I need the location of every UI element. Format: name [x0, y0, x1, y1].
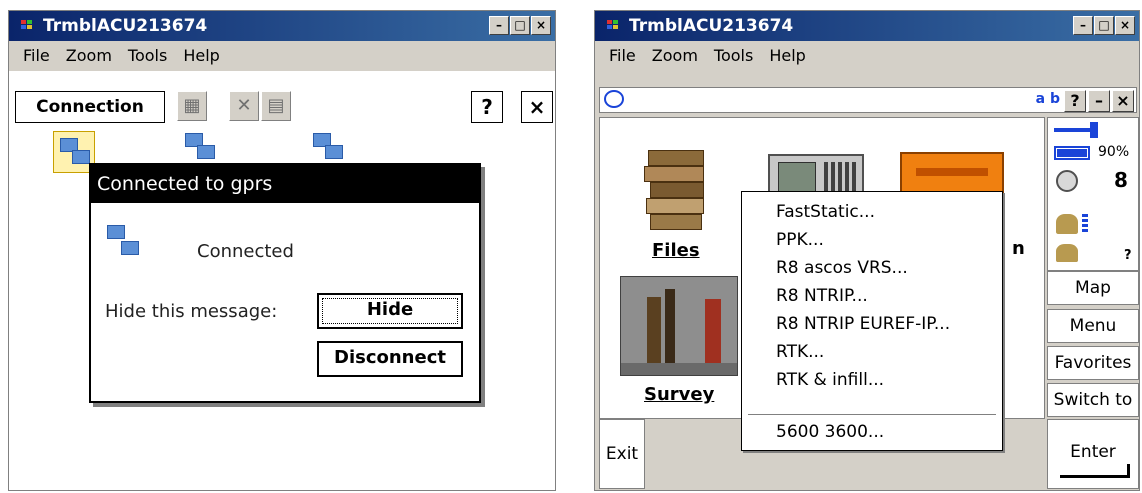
close-button[interactable]: ×: [1115, 16, 1135, 35]
battery-level: 90%: [1098, 144, 1130, 160]
left-window: TrmblACU213674 – □ × File Zoom Tools Hel…: [8, 10, 556, 491]
menu-file[interactable]: File: [17, 41, 56, 71]
dialog-title: Connected to gprs: [91, 165, 479, 203]
help-button[interactable]: ?: [471, 91, 503, 123]
menu-item-faststatic[interactable]: FastStatic...: [776, 200, 875, 224]
maximize-button[interactable]: □: [1094, 16, 1114, 35]
enter-arrow-icon: [1060, 475, 1130, 478]
favorites-button[interactable]: Favorites: [1047, 346, 1139, 380]
title-bar: TrmblACU213674 – □ ×: [595, 11, 1139, 41]
enter-button[interactable]: Enter: [1047, 419, 1139, 489]
menu-tools[interactable]: Tools: [122, 41, 173, 71]
switch-to-button[interactable]: Switch to: [1047, 383, 1139, 417]
menu-help[interactable]: Help: [177, 41, 225, 71]
files-icon[interactable]: [644, 142, 704, 232]
help-button[interactable]: ?: [1064, 90, 1086, 112]
menu-item-ppk[interactable]: PPK...: [776, 228, 824, 252]
app-icon: [607, 20, 621, 32]
radio-signal-icon: [1082, 214, 1088, 234]
hide-button[interactable]: Hide: [317, 293, 463, 329]
files-label[interactable]: Files: [652, 240, 700, 261]
trimble-logo-icon: [604, 90, 624, 108]
menu-tools[interactable]: Tools: [708, 41, 759, 71]
connection-dialog: Connected to gprs Connected Hide this me…: [89, 163, 481, 403]
connection-status-icon: [105, 223, 145, 263]
satellite-icon: [1056, 170, 1078, 192]
survey-icon[interactable]: [620, 276, 738, 376]
menu-item-r8-ntrip[interactable]: R8 NTRIP...: [776, 284, 868, 308]
menu-item-r8-ascos-vrs[interactable]: R8 ascos VRS...: [776, 256, 908, 280]
survey-label[interactable]: Survey: [644, 384, 714, 405]
exit-button[interactable]: Exit: [599, 419, 645, 489]
menu-item-5600-3600[interactable]: 5600 3600...: [776, 420, 884, 444]
window-title: TrmblACU213674: [43, 16, 208, 36]
delete-icon[interactable]: ✕: [229, 91, 259, 121]
menu-help[interactable]: Help: [763, 41, 811, 71]
menu-bar: File Zoom Tools Help: [595, 41, 1139, 71]
hide-prompt-label: Hide this message:: [105, 301, 278, 322]
satellite-count: 8: [1114, 168, 1128, 192]
survey-style-menu: FastStatic... PPK... R8 ascos VRS... R8 …: [741, 191, 1003, 451]
rover-receiver-icon: [1056, 244, 1078, 262]
close-button[interactable]: ×: [531, 16, 551, 35]
disconnect-button[interactable]: Disconnect: [317, 341, 463, 377]
instrument-label-partial[interactable]: n: [1012, 238, 1025, 259]
status-pane: 90% 8 ?: [1047, 117, 1139, 271]
receiver-status: ?: [1124, 248, 1132, 263]
right-window: TrmblACU213674 – □ × File Zoom Tools Hel…: [594, 10, 1140, 491]
minimize-button[interactable]: –: [1073, 16, 1093, 35]
window-title: TrmblACU213674: [629, 16, 794, 36]
close-app-button[interactable]: ×: [1112, 90, 1134, 112]
menu-zoom[interactable]: Zoom: [60, 41, 118, 71]
menu-separator: [748, 414, 996, 415]
enter-arrow-icon: [1127, 464, 1130, 478]
menu-bar: File Zoom Tools Help: [9, 41, 555, 71]
connection-dropdown[interactable]: Connection: [15, 91, 165, 123]
menu-item-r8-ntrip-euref-ip[interactable]: R8 NTRIP EUREF-IP...: [776, 312, 950, 336]
map-button[interactable]: Map: [1047, 271, 1139, 305]
menu-zoom[interactable]: Zoom: [646, 41, 704, 71]
battery-icon: [1054, 146, 1090, 160]
input-mode-indicator[interactable]: a b: [1036, 91, 1060, 107]
minimize-app-button[interactable]: –: [1088, 90, 1110, 112]
menu-file[interactable]: File: [603, 41, 642, 71]
menu-item-rtk-infill[interactable]: RTK & infill...: [776, 368, 884, 392]
title-bar: TrmblACU213674 – □ ×: [9, 11, 555, 41]
maximize-button[interactable]: □: [510, 16, 530, 35]
menu-item-rtk[interactable]: RTK...: [776, 340, 824, 364]
minimize-button[interactable]: –: [489, 16, 509, 35]
properties-icon[interactable]: ▦: [177, 91, 207, 121]
connection-status-text: Connected: [197, 241, 294, 262]
menu-button[interactable]: Menu: [1047, 309, 1139, 343]
receiver-icon: [1056, 214, 1078, 234]
power-plug-icon: [1090, 122, 1098, 138]
folder-icon[interactable]: ▤: [261, 91, 291, 121]
close-app-button[interactable]: ×: [521, 91, 553, 123]
command-bar: a b ? – ×: [599, 87, 1137, 113]
app-icon: [21, 20, 35, 32]
